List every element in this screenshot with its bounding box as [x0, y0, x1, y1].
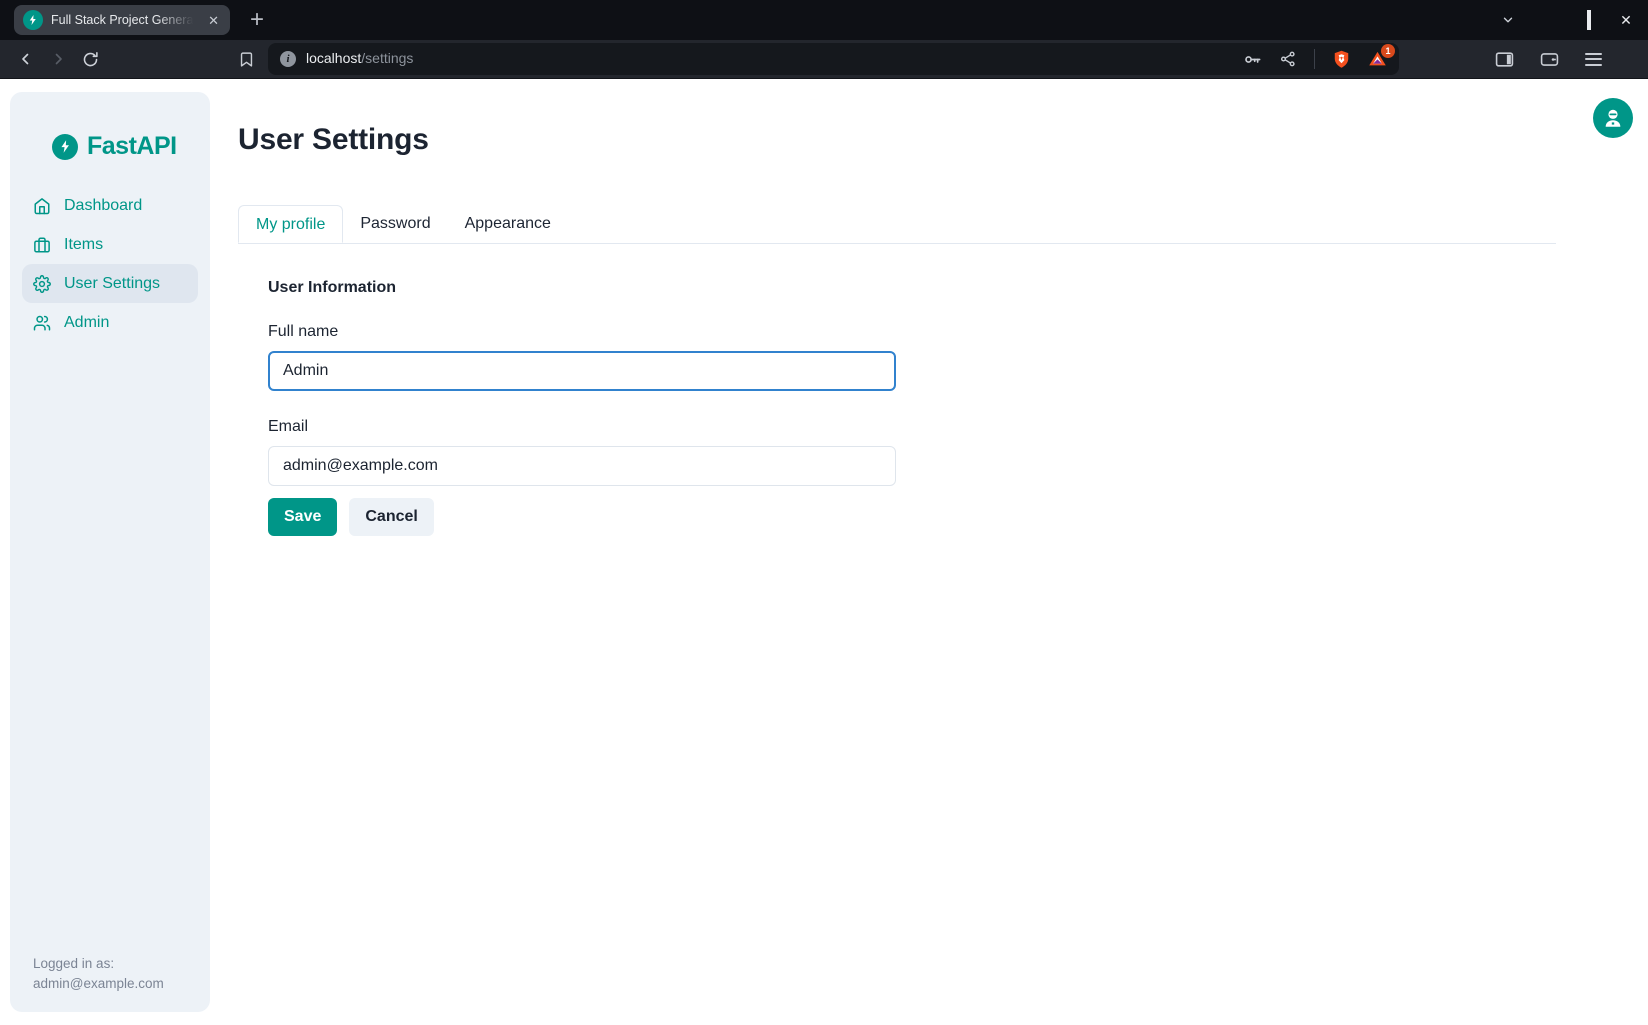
reload-button[interactable] — [74, 51, 106, 68]
fastapi-logo: FastAPI — [10, 92, 210, 161]
full-name-input[interactable] — [268, 351, 896, 391]
window-controls: ✕ — [1501, 0, 1634, 40]
sidebar: FastAPI Dashboard Items User Settings — [10, 92, 210, 1012]
tab-search-chevron-icon[interactable] — [1501, 13, 1517, 27]
users-icon — [33, 314, 51, 332]
wallet-icon[interactable] — [1540, 51, 1559, 68]
menu-icon[interactable] — [1585, 53, 1602, 66]
sidebar-item-label: Items — [64, 236, 103, 254]
logo-text: FastAPI — [87, 132, 177, 161]
tab-appearance[interactable]: Appearance — [448, 205, 568, 243]
logged-in-label: Logged in as: — [33, 954, 164, 974]
save-button[interactable]: Save — [268, 498, 337, 536]
browser-tab[interactable]: Full Stack Project Genera ✕ — [14, 5, 230, 35]
forward-button[interactable] — [42, 50, 74, 68]
settings-tabs: My profile Password Appearance — [238, 205, 1556, 244]
full-name-field-group: Full name — [268, 322, 896, 391]
brave-rewards-icon[interactable]: 1 — [1368, 50, 1387, 68]
email-input[interactable] — [268, 446, 896, 486]
section-title: User Information — [268, 278, 896, 297]
profile-panel: User Information Full name Email Save Ca… — [268, 278, 896, 536]
browser-tabstrip: Full Stack Project Genera ✕ + ✕ — [0, 0, 1648, 40]
share-icon[interactable] — [1279, 50, 1297, 68]
tab-title: Full Stack Project Genera — [51, 13, 198, 27]
back-button[interactable] — [10, 50, 42, 68]
bookmarks-icon[interactable] — [238, 51, 255, 68]
url-bar[interactable]: i localhost/settings 1 — [268, 43, 1399, 75]
sidebar-item-label: User Settings — [64, 275, 160, 293]
sidebar-item-items[interactable]: Items — [22, 225, 198, 264]
email-field-group: Email — [268, 417, 896, 486]
brave-shield-icon[interactable] — [1332, 49, 1351, 69]
site-info-icon[interactable]: i — [280, 51, 296, 67]
browser-toolbar: i localhost/settings 1 — [0, 40, 1648, 79]
window-close-button[interactable]: ✕ — [1618, 12, 1634, 29]
sidebar-panel-icon[interactable] — [1495, 51, 1514, 68]
page-title: User Settings — [238, 123, 429, 157]
tab-close-icon[interactable]: ✕ — [206, 12, 221, 29]
tab-my-profile[interactable]: My profile — [238, 205, 343, 243]
sidebar-item-admin[interactable]: Admin — [22, 303, 198, 342]
rewards-badge: 1 — [1381, 44, 1395, 58]
app-page: FastAPI Dashboard Items User Settings — [0, 79, 1648, 1024]
user-menu-button[interactable] — [1593, 98, 1633, 138]
new-tab-button[interactable]: + — [250, 8, 264, 32]
logged-in-email: admin@example.com — [33, 974, 164, 994]
toolbar-divider — [1314, 49, 1315, 69]
fastapi-bolt-icon — [52, 134, 78, 160]
sidebar-item-label: Admin — [64, 314, 109, 332]
gear-icon — [33, 275, 51, 293]
sidebar-item-label: Dashboard — [64, 197, 142, 215]
cancel-button[interactable]: Cancel — [349, 498, 433, 536]
full-name-label: Full name — [268, 322, 896, 341]
sidebar-item-dashboard[interactable]: Dashboard — [22, 186, 198, 225]
logged-in-info: Logged in as: admin@example.com — [33, 954, 164, 994]
user-astronaut-icon — [1602, 107, 1624, 129]
sidebar-nav: Dashboard Items User Settings Admin — [10, 186, 210, 342]
form-buttons: Save Cancel — [268, 498, 896, 536]
fastapi-favicon-icon — [23, 10, 43, 30]
password-key-icon[interactable] — [1243, 50, 1262, 69]
url-host: localhost — [306, 50, 361, 66]
tab-password[interactable]: Password — [343, 205, 447, 243]
url-path: /settings — [361, 50, 413, 66]
briefcase-icon — [33, 236, 51, 254]
sidebar-item-user-settings[interactable]: User Settings — [22, 264, 198, 303]
window-maximize-button[interactable] — [1581, 12, 1597, 28]
home-icon — [33, 197, 51, 215]
email-label: Email — [268, 417, 896, 436]
